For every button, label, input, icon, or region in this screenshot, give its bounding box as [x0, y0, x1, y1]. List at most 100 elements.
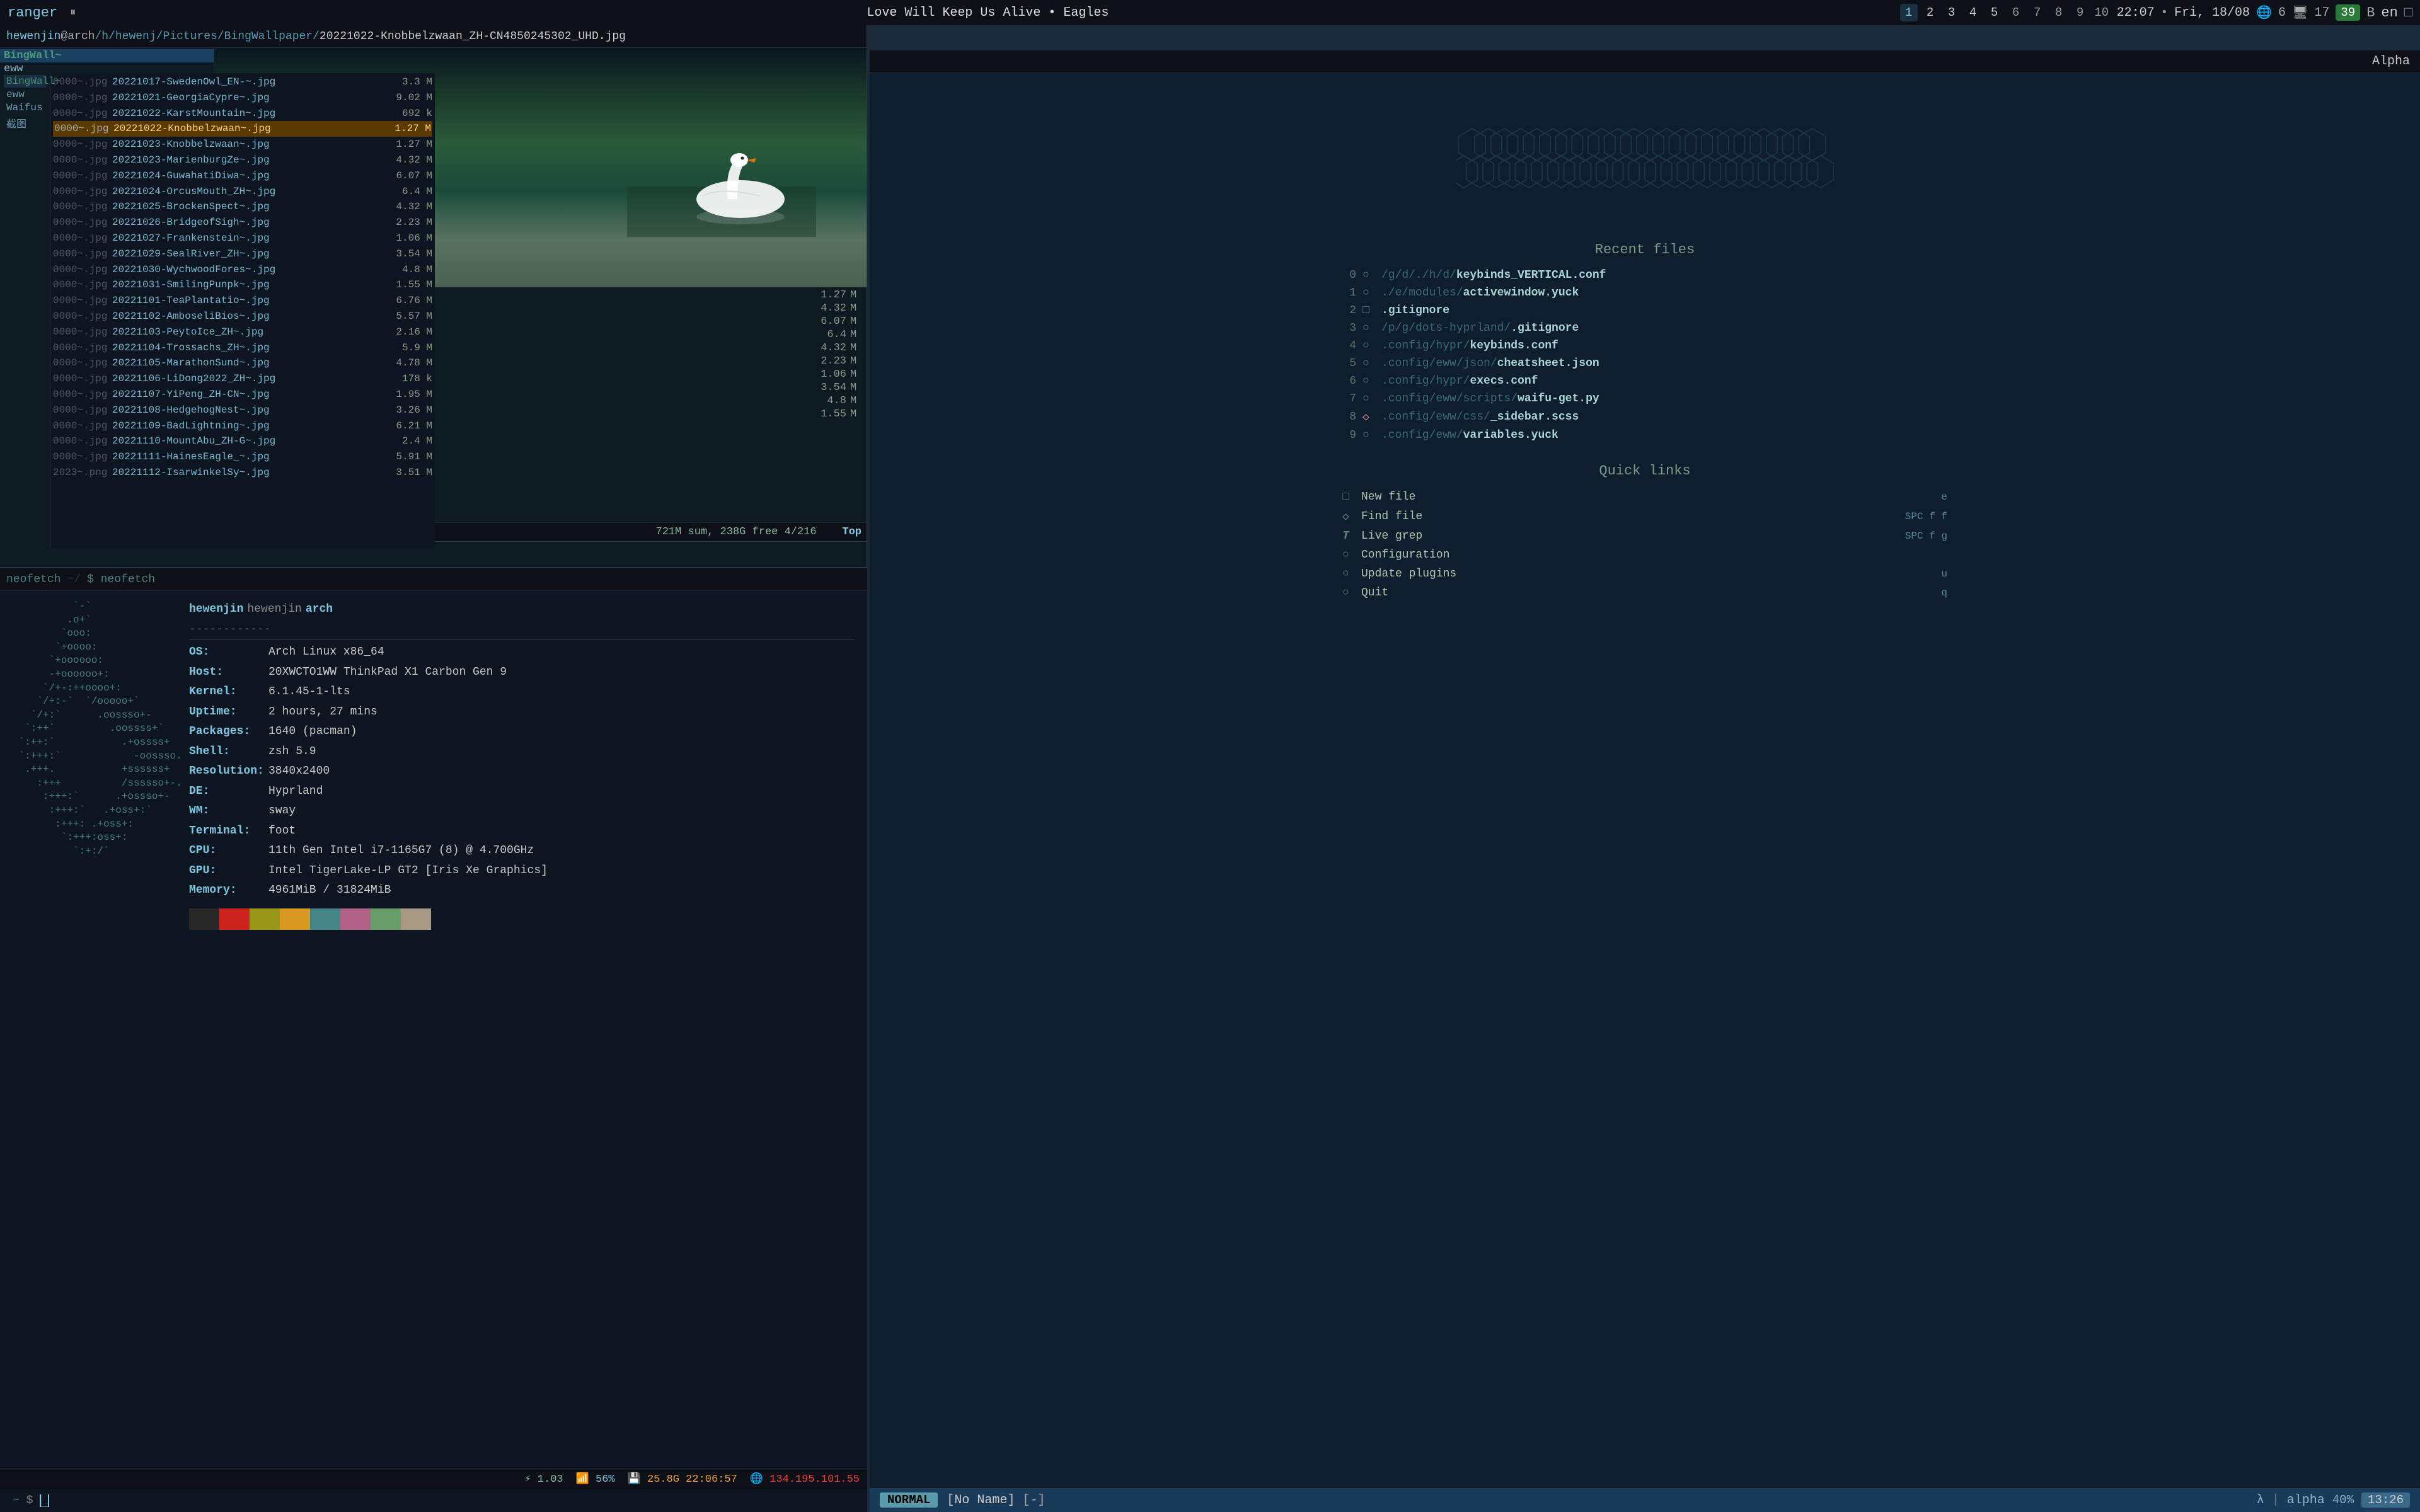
neofetch-header: neofetch ~/ $ neofetch: [0, 568, 867, 591]
quicklink-find-file[interactable]: ◇ Find file SPC f f: [1336, 507, 1954, 527]
file-icon-6: ○: [1363, 375, 1375, 387]
monitor-count: 17: [2314, 6, 2329, 20]
helix-filename: [No Name] [-]: [947, 1493, 1045, 1508]
workspace-8[interactable]: 8: [2050, 4, 2068, 21]
helix-statusbar: NORMAL [No Name] [-] λ | alpha 40% 13:26: [870, 1488, 2420, 1512]
memory-label: Memory:: [189, 881, 265, 901]
quicklink-new-file[interactable]: □ New file e: [1336, 488, 1954, 507]
helix-title: Alpha: [2372, 54, 2410, 69]
date-text: Fri, 18/08: [2174, 6, 2250, 20]
color-swatch-1: [219, 908, 250, 930]
taskbar: ranger ⏸ Love Will Keep Us Alive • Eagle…: [0, 0, 2420, 25]
live-grep-icon: T: [1342, 530, 1355, 542]
helix-position-info: λ | alpha 40% 13:26: [2257, 1492, 2410, 1508]
helix-logo-svg: [1456, 117, 1834, 199]
workspace-9[interactable]: 9: [2071, 4, 2089, 21]
workspace-5[interactable]: 5: [1986, 4, 2003, 21]
neofetch-title: neofetch: [6, 573, 60, 586]
bluetooth-icon: B: [2366, 5, 2375, 21]
helix-mode: NORMAL: [880, 1492, 938, 1508]
file-icon-0: ○: [1363, 269, 1375, 282]
find-file-icon: ◇: [1342, 510, 1355, 524]
recent-file-2[interactable]: 2 □ .gitignore: [1336, 302, 1954, 319]
recent-file-5[interactable]: 5 ○ .config/eww/json/cheatsheet.json: [1336, 355, 1954, 372]
recent-file-9[interactable]: 9 ○ .config/eww/variables.yuck: [1336, 427, 1954, 444]
window-title: Love Will Keep Us Alive • Eagles: [82, 6, 1893, 20]
ranger-path: hewenjin: [6, 30, 60, 43]
color-swatch-3: [280, 908, 310, 930]
new-file-icon: □: [1342, 491, 1355, 503]
recent-file-3[interactable]: 3 ○ /p/g/dots-hyprland/.gitignore: [1336, 319, 1954, 337]
file-icon-5: ○: [1363, 357, 1375, 370]
ranger-at: @arch: [60, 30, 95, 43]
shell-prompt: $ neofetch: [87, 573, 155, 586]
workspace-3[interactable]: 3: [1943, 4, 1961, 21]
neofetch-body: `-` .o+` `ooo: `+oooo: `+oooooo: -+ooooo…: [0, 591, 867, 1468]
file-icon-3: ○: [1363, 322, 1375, 335]
right-panel: Alpha: [870, 50, 2420, 1512]
monitor-icon: 🖥: [2292, 4, 2308, 21]
quick-links-section: Quick links □ New file e ◇ Find file SPC…: [1336, 463, 1954, 602]
workspace-6[interactable]: 6: [2007, 4, 2025, 21]
system-icons: 🌐 6 🖥 17: [2256, 4, 2329, 21]
quicklink-configuration[interactable]: ○ Configuration: [1336, 546, 1954, 564]
ranger-header: hewenjin @arch /h/hewenj/Pictures/BingWa…: [0, 25, 867, 48]
color-swatch-0: [189, 908, 219, 930]
workspace-4[interactable]: 4: [1964, 4, 1982, 21]
color-swatch-5: [340, 908, 371, 930]
recent-files-section: Recent files 0 ○ /g/d/./h/d/keybinds_VER…: [1336, 242, 1954, 444]
recent-file-4[interactable]: 4 ○ .config/hypr/keybinds.conf: [1336, 337, 1954, 355]
recent-file-0[interactable]: 0 ○ /g/d/./h/d/keybinds_VERTICAL.conf: [1336, 266, 1954, 284]
ranger-dir: /h/hewenj/Pictures/BingWallpaper/: [95, 30, 319, 43]
color-swatch-4: [310, 908, 340, 930]
update-plugins-icon: ○: [1342, 568, 1355, 580]
quit-icon: ○: [1342, 587, 1355, 599]
quicklink-update-plugins[interactable]: ○ Update plugins u: [1336, 564, 1954, 583]
helix-scroll-percent: 40%: [2332, 1493, 2354, 1507]
color-swatch-6: [371, 908, 401, 930]
neofetch-section: neofetch ~/ $ neofetch `-` .o+` `ooo: `+…: [0, 567, 867, 1512]
recent-file-7[interactable]: 7 ○ .config/eww/scripts/waifu-get.py: [1336, 390, 1954, 408]
quicklink-quit[interactable]: ○ Quit q: [1336, 583, 1954, 602]
ranger-disk-info: 721M sum, 238G free 4/216 Top: [656, 526, 861, 538]
quicklink-live-grep[interactable]: T Live grep SPC f g: [1336, 527, 1954, 546]
display-icon: □: [2404, 5, 2412, 21]
time: 22:07: [2117, 6, 2155, 20]
recent-file-6[interactable]: 6 ○ .config/hypr/execs.conf: [1336, 372, 1954, 390]
file-icon-4: ○: [1363, 340, 1375, 352]
recent-files-title: Recent files: [1336, 242, 1954, 258]
workspaces: 1 2 3 4 5 6 7 8 9 10: [1900, 4, 2111, 21]
sysinfo: hewenjin hewenjin arch ------------ OS:A…: [189, 600, 855, 1459]
file-icon-2: □: [1363, 304, 1375, 317]
recent-file-1[interactable]: 1 ○ ./e/modules/activewindow.yuck: [1336, 284, 1954, 302]
app-name: ranger: [8, 5, 57, 21]
neofetch-wifi: 📶 56%: [576, 1472, 615, 1486]
ascii-art: `-` .o+` `ooo: `+oooo: `+oooooo: -+ooooo…: [13, 600, 176, 1459]
workspace-1[interactable]: 1: [1900, 4, 1918, 21]
swan-illustration: [627, 123, 816, 237]
quick-links-title: Quick links: [1336, 463, 1954, 479]
wifi-count: 6: [2278, 6, 2286, 20]
pause-icon[interactable]: ⏸: [70, 6, 76, 20]
ranger-file: 20221022-Knobbelzwaan_ZH-CN4850245302_UH…: [320, 30, 626, 43]
configuration-icon: ○: [1342, 549, 1355, 561]
workspace-2[interactable]: 2: [1922, 4, 1939, 21]
neofetch-statusbar: ⚡ 1.03 📶 56% 💾 25.8G 22:06:57 🌐 134.195.…: [0, 1468, 867, 1489]
color-swatch-2: [250, 908, 280, 930]
main-layout: hewenjin @arch /h/hewenj/Pictures/BingWa…: [0, 25, 2420, 1512]
date: •: [2161, 6, 2168, 20]
file-icon-1: ○: [1363, 287, 1375, 299]
sidebar-item-bingwall[interactable]: BingWall~: [0, 49, 214, 62]
color-swatches: [189, 908, 855, 930]
helix-pipe: |: [2272, 1493, 2279, 1508]
helix-body: Recent files 0 ○ /g/d/./h/d/keybinds_VER…: [870, 73, 2420, 1488]
ranger-position: Top: [842, 526, 861, 538]
ranger-main-columns: BingWall~ eww Waifus 截图 0000~.jpg2022101…: [0, 73, 435, 548]
helix-cursor-position: 13:26: [2361, 1492, 2410, 1508]
battery-indicator: 39: [2336, 4, 2360, 21]
workspace-7[interactable]: 7: [2029, 4, 2046, 21]
workspace-10[interactable]: 10: [2093, 4, 2111, 21]
neofetch-ip: 🌐 134.195.101.55: [750, 1472, 860, 1486]
neofetch-storage: 💾 25.8G 22:06:57: [628, 1472, 737, 1486]
recent-file-8[interactable]: 8 ◇ .config/eww/css/_sidebar.scss: [1336, 408, 1954, 427]
